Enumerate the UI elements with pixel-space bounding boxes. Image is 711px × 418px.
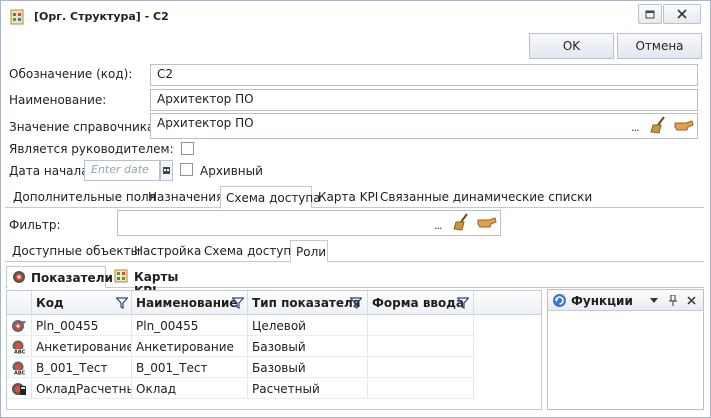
- row-icon-cell: ABC: [7, 337, 32, 357]
- filter-funnel-icon[interactable]: [116, 297, 128, 309]
- subtab-access-scheme[interactable]: Схема доступа: [199, 240, 304, 262]
- restore-button[interactable]: [638, 4, 662, 24]
- restore-icon: [645, 10, 655, 18]
- close-panel-icon[interactable]: [687, 296, 696, 305]
- table-row[interactable]: ABC B_001_Тест B_001_Тест Базовый: [7, 358, 541, 379]
- svg-text:ABC: ABC: [14, 371, 26, 376]
- code-label: Обозначение (код):: [9, 67, 133, 81]
- tab-access-scheme[interactable]: Схема доступа: [220, 186, 321, 208]
- cell-code: Pln_00455: [32, 316, 132, 336]
- inner-tab-kpi-maps[interactable]: Карты KPI: [110, 266, 205, 298]
- functions-icon: [553, 294, 566, 307]
- cell-type: Базовый: [248, 337, 368, 357]
- functions-panel-title: Функции: [571, 294, 633, 308]
- kpi-map-icon: [114, 269, 128, 283]
- close-icon: [677, 9, 687, 19]
- is-head-label: Является руководителем:: [9, 142, 174, 156]
- table-row[interactable]: Pln_00455 Pln_00455 Целевой: [7, 316, 541, 337]
- start-date-field[interactable]: Enter date: [84, 160, 160, 181]
- column-header-code[interactable]: Код: [32, 291, 132, 315]
- tab-kpi-map[interactable]: Карта KPI: [313, 186, 383, 208]
- inner-tab-indicators[interactable]: Показатели: [6, 266, 113, 288]
- filter-funnel-icon[interactable]: [457, 297, 469, 309]
- archive-checkbox[interactable]: [180, 163, 193, 176]
- column-header-form[interactable]: Форма ввода: [368, 291, 474, 315]
- inner-tab-indicators-label: Показатели: [31, 271, 113, 285]
- functions-panel-header: Функции: [548, 290, 703, 311]
- ok-button[interactable]: OK: [529, 33, 614, 59]
- cell-type: Расчетный: [248, 379, 368, 399]
- column-type-label: Тип показателя: [252, 296, 361, 310]
- reference-ellipsis-button[interactable]: ...: [631, 121, 639, 134]
- title-bar: [Орг. Структура] - С2: [1, 1, 708, 31]
- calc-indicator-icon: [12, 383, 26, 395]
- table-row[interactable]: ОкладРасчетный Оклад Расчетный: [7, 379, 541, 400]
- subtab-settings[interactable]: Настройка: [129, 240, 206, 262]
- reference-label: Значение справочника:: [9, 120, 159, 134]
- abc-indicator-icon: ABC: [12, 340, 26, 356]
- date-picker-button[interactable]: [160, 160, 173, 181]
- name-label: Наименование:: [9, 93, 107, 107]
- tab-assignments[interactable]: Назначения: [143, 186, 228, 208]
- filter-label: Фильтр:: [9, 218, 61, 232]
- row-icon-cell: [7, 379, 32, 399]
- target-indicator-icon: [12, 320, 26, 332]
- cell-name: B_001_Тест: [132, 358, 248, 378]
- cell-name: Оклад: [132, 379, 248, 399]
- subtab-available-objects[interactable]: Доступные объекты: [7, 240, 145, 262]
- is-head-checkbox[interactable]: [181, 142, 194, 155]
- column-header-name[interactable]: Наименование: [132, 291, 248, 315]
- column-name-label: Наименование: [136, 296, 238, 310]
- reference-field[interactable]: Архитектор ПО: [150, 113, 698, 139]
- filter-ellipsis-button[interactable]: ...: [434, 219, 442, 232]
- row-icon-cell: ABC: [7, 358, 32, 378]
- abc-indicator-icon: ABC: [12, 361, 26, 377]
- filter-hand-icon[interactable]: [477, 216, 497, 228]
- cell-form: [368, 316, 474, 336]
- cell-type: Целевой: [248, 316, 368, 336]
- cell-form: [368, 379, 474, 399]
- reference-value: Архитектор ПО: [157, 116, 254, 130]
- pin-icon[interactable]: [669, 295, 677, 306]
- cell-name: Pln_00455: [132, 316, 248, 336]
- row-icon-cell: [7, 316, 32, 336]
- cell-name: Анкетирование: [132, 337, 248, 357]
- broom-clear-icon[interactable]: [650, 116, 670, 134]
- cell-code: Анкетирование: [32, 337, 132, 357]
- cell-code: B_001_Тест: [32, 358, 132, 378]
- close-window-button[interactable]: [663, 4, 701, 24]
- column-code-label: Код: [36, 296, 64, 310]
- tab-additional-fields[interactable]: Дополнительные поля: [8, 186, 161, 208]
- cell-form: [368, 337, 474, 357]
- archive-label: Архивный: [200, 164, 263, 178]
- start-date-label: Дата начала: [9, 164, 89, 178]
- indicator-icon: [13, 271, 25, 283]
- svg-text:ABC: ABC: [14, 350, 26, 355]
- cell-form: [368, 358, 474, 378]
- calendar-icon: [163, 167, 170, 174]
- name-field[interactable]: Архитектор ПО: [150, 89, 698, 111]
- window-title: [Орг. Структура] - С2: [34, 10, 169, 23]
- chevron-down-icon[interactable]: [650, 298, 658, 303]
- cancel-button[interactable]: Отмена: [617, 33, 702, 59]
- tab-linked-dynamic-lists[interactable]: Связанные динамические списки: [375, 186, 597, 208]
- filter-funnel-icon[interactable]: [350, 297, 362, 309]
- subtab-roles[interactable]: Роли: [290, 240, 328, 262]
- cell-type: Базовый: [248, 358, 368, 378]
- org-structure-icon: [10, 9, 24, 25]
- hand-point-icon[interactable]: [674, 119, 694, 131]
- grid-header-icon-col: [7, 291, 32, 315]
- column-header-type[interactable]: Тип показателя: [248, 291, 368, 315]
- column-form-label: Форма ввода: [372, 296, 465, 310]
- cell-code: ОкладРасчетный: [32, 379, 132, 399]
- filter-broom-icon[interactable]: [453, 213, 473, 231]
- code-field[interactable]: С2: [150, 64, 698, 86]
- table-row[interactable]: ABC Анкетирование Анкетирование Базовый: [7, 337, 541, 358]
- filter-field[interactable]: [117, 210, 501, 236]
- filter-funnel-icon[interactable]: [232, 297, 244, 309]
